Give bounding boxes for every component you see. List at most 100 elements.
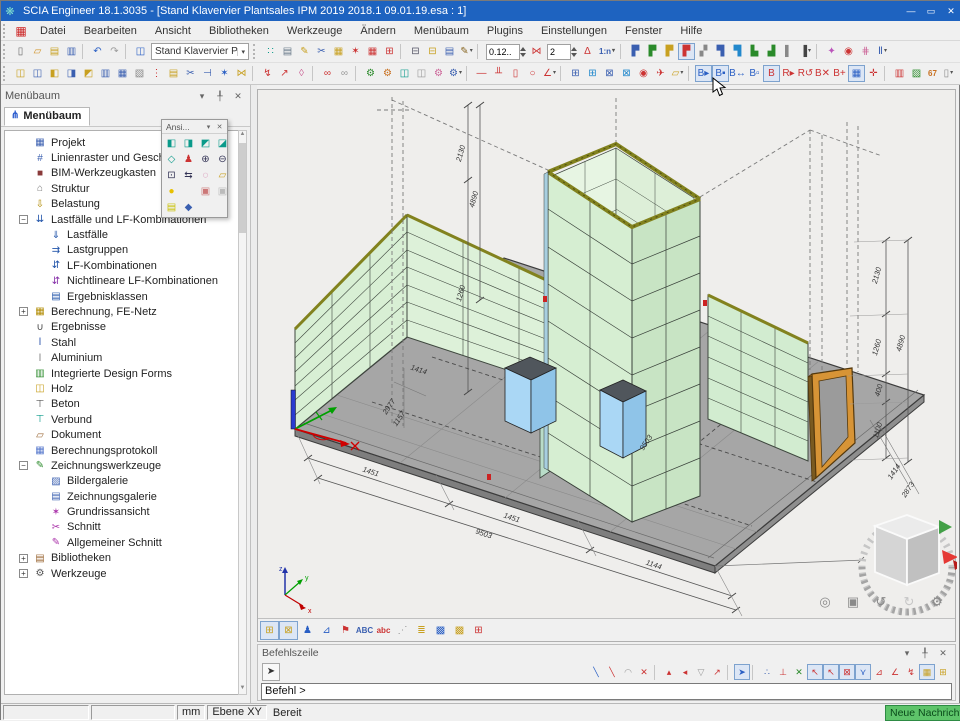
- check-structure-icon[interactable]: ∞: [319, 65, 336, 82]
- open-project-icon[interactable]: ▱: [29, 43, 46, 60]
- rib-tool-1-icon[interactable]: R▸: [780, 65, 797, 82]
- view-frame-1-icon[interactable]: ▛: [627, 43, 644, 60]
- cube-view-icon[interactable]: ◆: [181, 200, 196, 215]
- nav-green-arrow-icon[interactable]: [939, 520, 952, 534]
- sidebar-item-berechnung-fe-netz[interactable]: +▦Berechnung, FE-Netz: [5, 304, 246, 319]
- close-icon[interactable]: ✕: [230, 89, 246, 103]
- member-data-off-icon[interactable]: ◫: [413, 65, 430, 82]
- panel-tool-1-icon[interactable]: ⊞: [567, 65, 584, 82]
- clipboard-icon[interactable]: ▦: [330, 43, 347, 60]
- trim-icon[interactable]: ✂: [182, 65, 199, 82]
- snap-triangle-icon[interactable]: ⊿: [871, 664, 887, 680]
- menubar-grip[interactable]: [3, 24, 9, 38]
- nav-zoom-icon[interactable]: ◎: [815, 591, 835, 611]
- sidebar-item-werkzeuge[interactable]: +⚙Werkzeuge: [5, 566, 246, 581]
- draw-angle-icon[interactable]: ∠▾: [541, 65, 558, 82]
- deformation-scale-icon[interactable]: ⋈: [528, 43, 545, 60]
- sidebar-item-aluminium[interactable]: ⅠAluminium: [5, 350, 246, 365]
- view-descriptions-icon[interactable]: abc: [374, 621, 393, 640]
- snap-angle-icon[interactable]: ∠: [887, 664, 903, 680]
- display-scale-spinner[interactable]: 0.12..: [486, 44, 526, 60]
- view-walk-icon[interactable]: ♟: [181, 152, 196, 167]
- menu-werkzeuge[interactable]: Werkzeuge: [278, 23, 351, 39]
- sidebar-item-lastgruppen[interactable]: ⇉Lastgruppen: [5, 243, 246, 258]
- close-icon[interactable]: ✕: [214, 123, 225, 131]
- visibility-eye-icon[interactable]: ◉: [635, 65, 652, 82]
- view-names-icon[interactable]: ABC: [355, 621, 374, 640]
- toolbar-grip[interactable]: [3, 44, 9, 59]
- chevron-down-icon[interactable]: ▾: [237, 48, 248, 56]
- panel-tool-4-icon[interactable]: ⊠: [618, 65, 635, 82]
- view-frame-3-icon[interactable]: ▛: [661, 43, 678, 60]
- pin-icon[interactable]: ╀: [212, 89, 228, 103]
- menu-fenster[interactable]: Fenster: [616, 23, 671, 39]
- blue-box-1[interactable]: [505, 357, 556, 433]
- solver-icon[interactable]: ⚙▾: [447, 65, 464, 82]
- snap-raster-icon[interactable]: ▦: [919, 664, 935, 680]
- snap-ortho-icon[interactable]: ⊥: [775, 664, 791, 680]
- eraser-icon[interactable]: ◊: [293, 65, 310, 82]
- delete-load-icon[interactable]: B✕: [814, 65, 831, 82]
- photo-view-disabled-icon[interactable]: ▣: [215, 184, 230, 199]
- layers-icon[interactable]: ▤: [279, 43, 296, 60]
- view-frame-11-icon[interactable]: ▐▾: [797, 43, 814, 60]
- save-icon[interactable]: ▥: [63, 43, 80, 60]
- snap-clear-icon[interactable]: ✕: [636, 664, 652, 680]
- sidebar-item-lastfälle[interactable]: ⇓Lastfälle: [5, 227, 246, 242]
- scale-ratio-icon[interactable]: 1:n▾: [596, 43, 618, 60]
- sidebar-item-nichtlineare-lf-kombinationen[interactable]: ⇵Nichtlineare LF-Kombinationen: [5, 274, 246, 289]
- view-loads-icon[interactable]: ⊿: [317, 621, 336, 640]
- zoom-in-icon[interactable]: ⊕: [198, 152, 213, 167]
- sidebar-item-grundrissansicht[interactable]: ✶Grundrissansicht: [5, 504, 246, 519]
- view-frame-8-icon[interactable]: ▙: [746, 43, 763, 60]
- menu-einstellungen[interactable]: Einstellungen: [532, 23, 616, 39]
- expander-icon[interactable]: −: [19, 215, 28, 224]
- view-supports-icon[interactable]: ♟: [298, 621, 317, 640]
- spinner-arrows-icon[interactable]: [520, 46, 526, 58]
- sidebar-item-schnitt[interactable]: ✂Schnitt: [5, 520, 246, 535]
- snap-tangent-icon[interactable]: ↗: [709, 664, 725, 680]
- move-element-icon[interactable]: ◨: [63, 65, 80, 82]
- box-67-icon[interactable]: 67: [925, 65, 940, 82]
- snap-raster-points-icon[interactable]: ⊞: [935, 664, 951, 680]
- scroll-up-icon[interactable]: ▲: [239, 131, 246, 140]
- copy-element-icon[interactable]: ◫: [29, 65, 46, 82]
- menu-datei[interactable]: Datei: [31, 23, 75, 39]
- intersect-icon[interactable]: ⋈: [233, 65, 250, 82]
- table-input-icon[interactable]: ⊞: [381, 43, 398, 60]
- wheel-tool-icon[interactable]: ✶: [347, 43, 364, 60]
- array-icon[interactable]: ▦: [114, 65, 131, 82]
- unit-indicator[interactable]: mm: [177, 705, 205, 720]
- panel-tool-2-icon[interactable]: ⊞: [584, 65, 601, 82]
- minimize-button-icon[interactable]: —: [901, 3, 921, 19]
- snap-perpendicular-icon[interactable]: ▽: [693, 664, 709, 680]
- snap-edge-icon[interactable]: ↖: [823, 664, 839, 680]
- clipboard-view-icon[interactable]: ▤: [164, 200, 179, 215]
- view-axon-2-icon[interactable]: ◨: [181, 136, 196, 151]
- zoom-out-icon[interactable]: ⊖: [215, 152, 230, 167]
- zoom-all-icon[interactable]: ⇆: [181, 168, 196, 183]
- sidebar-item-beton[interactable]: ⊤Beton: [5, 397, 246, 412]
- sidebar-item-zeichnungsgalerie[interactable]: ▤Zeichnungsgalerie: [5, 489, 246, 504]
- expander-icon[interactable]: +: [19, 554, 28, 563]
- sidebar-item-bibliotheken[interactable]: +▤Bibliotheken: [5, 551, 246, 566]
- zoom-window-icon[interactable]: ⊡: [164, 168, 179, 183]
- snap-flash-icon[interactable]: ↯: [903, 664, 919, 680]
- snap-middle-icon[interactable]: ⋎: [855, 664, 871, 680]
- sidebar-item-berechnungsprotokoll[interactable]: ▦Berechnungsprotokoll: [5, 443, 246, 458]
- draw-circle-icon[interactable]: ○: [524, 65, 541, 82]
- regenerate-icon[interactable]: ⚙: [379, 65, 396, 82]
- table-results-icon[interactable]: ▦: [364, 43, 381, 60]
- model-viewport[interactable]: 2130 1260 400 1100 4890 2130 4890 1260 1…: [257, 89, 956, 642]
- view-frame-10-icon[interactable]: ▌: [780, 43, 797, 60]
- sidebar-item-zeichnungswerkzeuge[interactable]: −✎Zeichnungswerkzeuge: [5, 458, 246, 473]
- sidebar-item-dokument[interactable]: ▱Dokument: [5, 427, 246, 442]
- chevron-down-icon[interactable]: ▾: [203, 123, 214, 131]
- snap-box-icon[interactable]: ⊠: [839, 664, 855, 680]
- close-button-icon[interactable]: ✕: [941, 3, 960, 19]
- fly-mode-icon[interactable]: ✈: [652, 65, 669, 82]
- clipping-icon[interactable]: ✂: [313, 43, 330, 60]
- toolbar-grip[interactable]: [253, 44, 259, 59]
- tab-menubaum[interactable]: ⋔ Menübaum: [4, 107, 90, 126]
- command-input[interactable]: Befehl >: [261, 683, 952, 700]
